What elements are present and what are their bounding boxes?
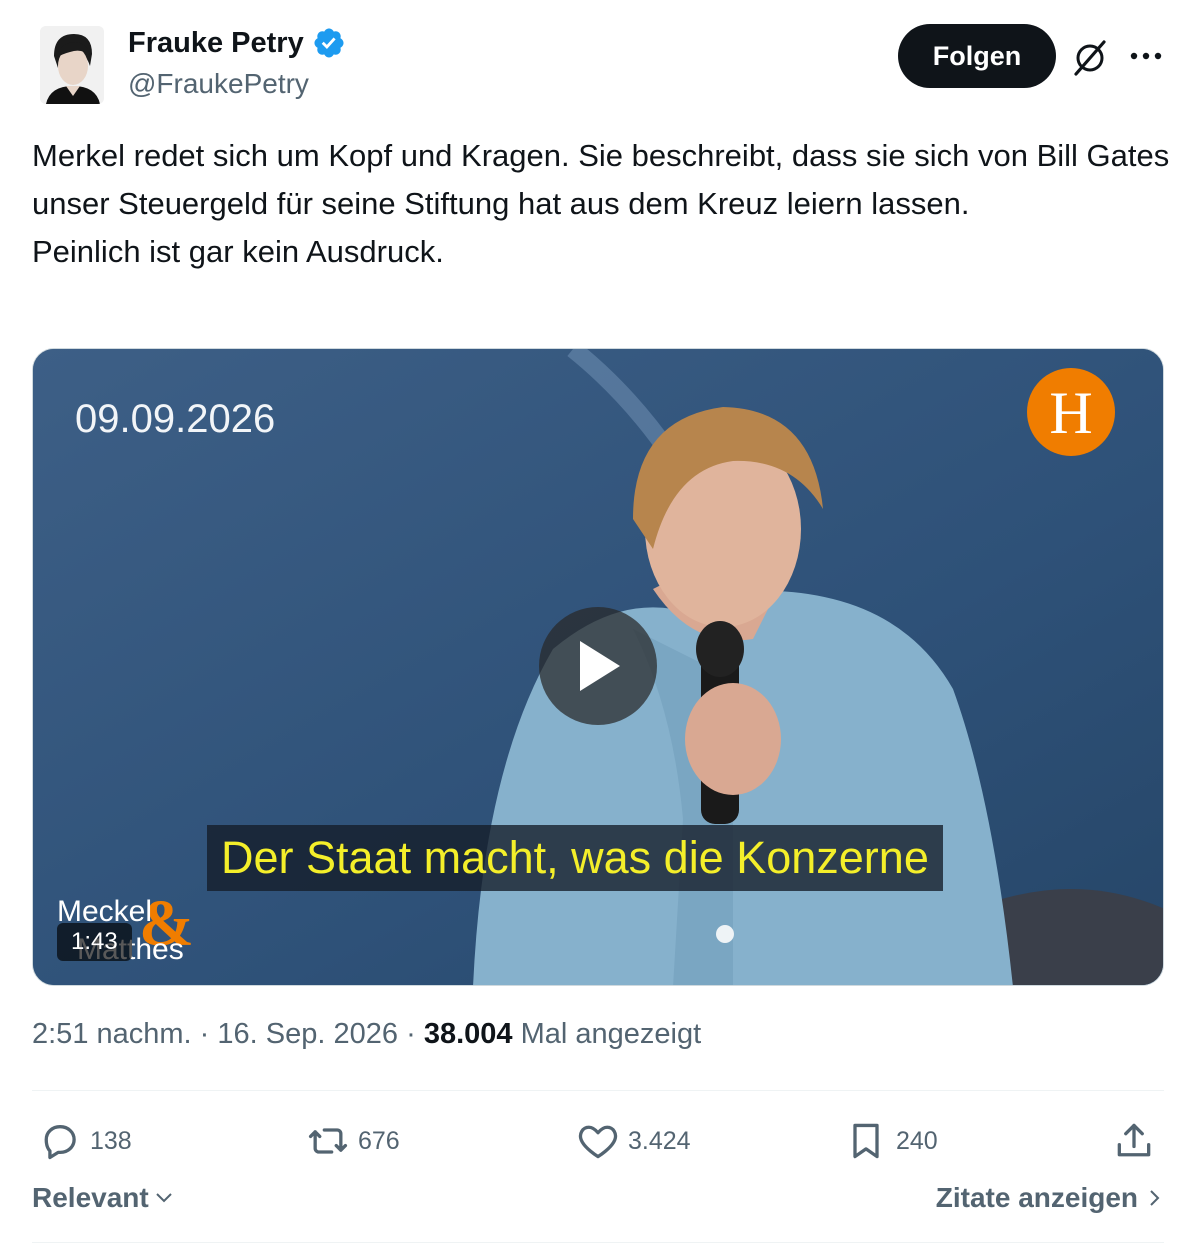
h-logo-icon: H — [1026, 367, 1116, 457]
play-icon — [580, 641, 620, 691]
h-logo-letter: H — [1049, 380, 1092, 446]
tweet-line: Merkel redet sich um Kopf und Kragen. Si… — [32, 138, 1170, 221]
reply-sort-row: Relevant Zitate anzeigen — [32, 1182, 1164, 1226]
grok-icon[interactable] — [1070, 38, 1110, 78]
share-button[interactable] — [1112, 1108, 1156, 1174]
tweet-date[interactable]: 16. Sep. 2026 — [217, 1018, 398, 1050]
repost-count: 676 — [358, 1126, 400, 1155]
sort-dropdown[interactable]: Relevant — [32, 1182, 175, 1214]
play-button[interactable] — [539, 607, 657, 725]
sort-label: Relevant — [32, 1182, 149, 1213]
verified-badge-icon[interactable] — [312, 26, 346, 60]
share-icon — [1117, 1123, 1151, 1157]
video-date-overlay: 09.09.2026 — [75, 397, 276, 441]
views-count: 38.004 — [423, 1018, 513, 1050]
video-duration: 1:43 — [57, 923, 132, 961]
meta-separator: · — [406, 1018, 416, 1050]
tweet-meta: 2:51 nachm. · 16. Sep. 2026 · 38.004 Mal… — [32, 1018, 701, 1051]
tweet-line: Peinlich ist gar kein Ausdruck. — [32, 234, 444, 269]
author-name-row: Frauke Petry — [128, 26, 346, 60]
quotes-label: Zitate anzeigen — [935, 1182, 1138, 1213]
reply-icon — [44, 1125, 76, 1160]
tweet-time[interactable]: 2:51 nachm. — [32, 1018, 192, 1050]
author-avatar[interactable] — [40, 26, 104, 104]
video-player[interactable]: 09.09.2026 H Der Staat macht, was die Ko… — [32, 348, 1164, 986]
chevron-right-icon — [1150, 1190, 1160, 1206]
author-name[interactable]: Frauke Petry — [128, 27, 304, 60]
follow-button[interactable]: Folgen — [898, 24, 1056, 88]
meta-separator: · — [199, 1018, 210, 1050]
divider — [32, 1090, 1164, 1091]
repost-button[interactable]: 676 — [306, 1108, 400, 1174]
repost-icon — [308, 1128, 348, 1154]
bookmark-count: 240 — [896, 1126, 938, 1155]
subtitle-box: Der Staat macht, was die Konzerne — [207, 825, 943, 891]
tweet-text: Merkel redet sich um Kopf und Kragen. Si… — [32, 132, 1172, 276]
reply-button[interactable]: 138 — [38, 1108, 132, 1174]
tweet-header: Frauke Petry @FraukePetry Folgen — [0, 0, 1196, 110]
more-dots-icon[interactable] — [1126, 40, 1166, 72]
divider — [32, 1242, 1164, 1243]
reply-count: 138 — [90, 1126, 132, 1155]
like-button[interactable]: 3.424 — [576, 1108, 691, 1174]
views-label: Mal angezeigt — [520, 1018, 702, 1050]
like-count: 3.424 — [628, 1126, 691, 1155]
heart-icon — [578, 1125, 618, 1159]
author-handle[interactable]: @FraukePetry — [128, 68, 309, 100]
action-bar: 138 676 3.424 240 — [32, 1108, 1164, 1174]
bookmark-button[interactable]: 240 — [844, 1108, 938, 1174]
view-quotes-link[interactable]: Zitate anzeigen — [936, 1182, 1164, 1214]
bookmark-icon — [853, 1123, 879, 1159]
video-subtitle: Der Staat macht, was die Konzerne — [221, 832, 929, 883]
chevron-down-icon — [156, 1193, 172, 1203]
